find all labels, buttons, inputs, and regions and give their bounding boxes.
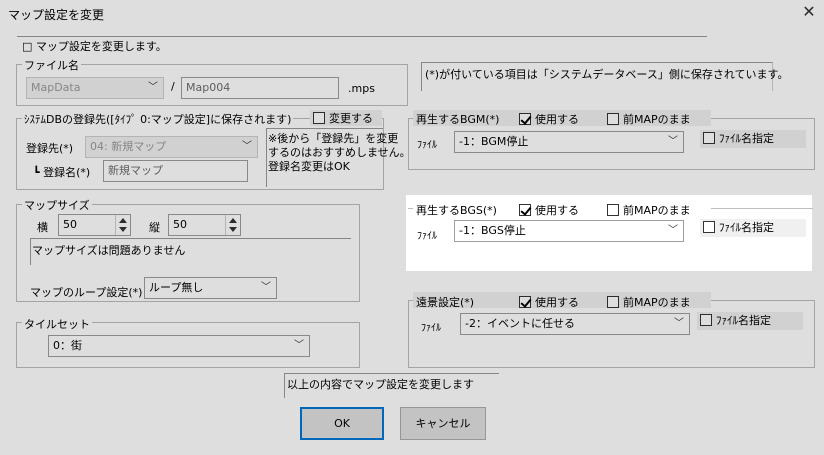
map-settings-dialog: マップ設定を変更 ✕ □ マップ設定を変更します。 ファイル名 MapData … bbox=[0, 0, 824, 455]
width-spinner[interactable]: 50 bbox=[58, 214, 131, 236]
folder-value: MapData bbox=[31, 81, 81, 94]
tileset-dropdown[interactable]: 0：街 ﹀ bbox=[48, 335, 310, 357]
distant-use-checkbox[interactable] bbox=[519, 296, 531, 308]
distant-keep-row[interactable]: 前MAPのまま bbox=[607, 294, 691, 310]
loop-dropdown[interactable]: ループ無し ﹀ bbox=[144, 277, 277, 299]
bgs-keep-label: 前MAPのまま bbox=[623, 204, 691, 217]
bgm-file-label: ﾌｧｲﾙ bbox=[417, 140, 437, 151]
bgm-use-label: 使用する bbox=[535, 113, 579, 126]
chevron-down-icon: ﹀ bbox=[261, 282, 271, 293]
distant-use-row[interactable]: 使用する bbox=[519, 294, 579, 310]
chevron-down-icon: ﹀ bbox=[668, 136, 678, 147]
bgs-specify-checkbox[interactable] bbox=[703, 221, 715, 233]
tileset-value: 0：街 bbox=[53, 339, 82, 352]
file-extension: .mps bbox=[348, 82, 375, 95]
distant-header: 遠景設定(*) bbox=[416, 296, 475, 309]
chevron-down-icon: ﹀ bbox=[668, 225, 678, 236]
path-separator: / bbox=[171, 80, 175, 93]
distant-specify-checkbox[interactable] bbox=[700, 314, 712, 326]
asterisk-note: (*)が付いている項目は「システムデータベース」側に保存されています。 bbox=[425, 68, 789, 81]
mapsize-header: マップサイズ bbox=[22, 197, 92, 213]
bgs-keep-checkbox[interactable] bbox=[607, 204, 619, 216]
window-title: マップ設定を変更 bbox=[8, 8, 105, 22]
filename-label: ファイル名 bbox=[22, 57, 81, 73]
bgm-keep-row[interactable]: 前MAPのまま bbox=[607, 111, 691, 127]
spin-down-icon[interactable] bbox=[119, 227, 127, 232]
bgs-specify-label: ﾌｧｲﾙ名指定 bbox=[719, 221, 774, 234]
bgm-file-dropdown[interactable]: -1：BGM停止 ﹀ bbox=[454, 131, 684, 153]
loop-value: ループ無し bbox=[149, 281, 204, 294]
distant-keep-label: 前MAPのまま bbox=[623, 296, 691, 309]
confirm-text: 以上の内容でマップ設定を変更します bbox=[287, 378, 474, 391]
register-name-field[interactable]: 新規マップ bbox=[103, 160, 248, 182]
bgm-specify-label: ﾌｧｲﾙ名指定 bbox=[719, 132, 774, 145]
width-value: 50 bbox=[63, 218, 77, 231]
height-spinner[interactable]: 50 bbox=[168, 214, 241, 236]
bgm-use-row[interactable]: 使用する bbox=[519, 111, 579, 127]
chevron-down-icon: ﹀ bbox=[148, 82, 158, 93]
bgs-use-checkbox[interactable] bbox=[519, 204, 531, 216]
map-filename-field[interactable]: Map004 bbox=[181, 77, 339, 99]
sysdb-note-line-3: 登録名変更はOK bbox=[268, 160, 350, 173]
distant-specify-label: ﾌｧｲﾙ名指定 bbox=[716, 314, 771, 327]
spin-up-icon[interactable] bbox=[119, 218, 127, 223]
change-checkbox-row[interactable]: 変更する bbox=[310, 110, 382, 126]
change-checkbox[interactable] bbox=[313, 112, 325, 124]
bgm-use-checkbox[interactable] bbox=[519, 113, 531, 125]
bgs-use-row[interactable]: 使用する bbox=[519, 202, 579, 218]
bgm-keep-label: 前MAPのまま bbox=[623, 113, 691, 126]
register-dest-value: 04: 新規マップ bbox=[90, 140, 167, 153]
bgs-file-dropdown[interactable]: -1：BGS停止 ﹀ bbox=[454, 220, 684, 242]
bgm-keep-checkbox[interactable] bbox=[607, 113, 619, 125]
distant-file-dropdown[interactable]: -2：イベントに任せる ﹀ bbox=[460, 313, 690, 335]
bgs-keep-row[interactable]: 前MAPのまま bbox=[607, 202, 691, 218]
close-icon[interactable]: ✕ bbox=[800, 3, 818, 21]
bgm-header: 再生するBGM(*) bbox=[416, 113, 500, 126]
distant-keep-checkbox[interactable] bbox=[607, 296, 619, 308]
width-label: 横 bbox=[37, 221, 48, 234]
loop-label: マップのループ設定(*) bbox=[30, 286, 143, 299]
chevron-down-icon: ﹀ bbox=[242, 141, 252, 152]
bgs-header: 再生するBGS(*) bbox=[416, 204, 497, 217]
bgm-specify-row[interactable]: ﾌｧｲﾙ名指定 bbox=[700, 130, 806, 148]
bgs-use-label: 使用する bbox=[535, 204, 579, 217]
intro-divider bbox=[17, 36, 707, 37]
height-label: 縦 bbox=[149, 221, 160, 234]
folder-dropdown[interactable]: MapData ﹀ bbox=[26, 77, 164, 99]
distant-file-label: ﾌｧｲﾙ bbox=[421, 323, 441, 334]
intro-text: □ マップ設定を変更します。 bbox=[22, 40, 167, 53]
chevron-down-icon: ﹀ bbox=[674, 318, 684, 329]
register-dest-dropdown[interactable]: 04: 新規マップ ﹀ bbox=[85, 136, 258, 158]
tileset-header: タイルセット bbox=[22, 316, 92, 332]
bgs-specify-row[interactable]: ﾌｧｲﾙ名指定 bbox=[700, 219, 806, 237]
ok-button[interactable]: OK bbox=[300, 407, 384, 440]
distant-use-label: 使用する bbox=[535, 296, 579, 309]
register-name-label: ┗ 登録名(*) bbox=[33, 166, 91, 179]
register-dest-label: 登録先(*) bbox=[26, 142, 74, 155]
bgs-file-value: -1：BGS停止 bbox=[459, 224, 526, 237]
bgm-specify-checkbox[interactable] bbox=[703, 132, 715, 144]
change-label: 変更する bbox=[329, 112, 373, 125]
distant-specify-row[interactable]: ﾌｧｲﾙ名指定 bbox=[697, 312, 803, 330]
spin-up-icon[interactable] bbox=[229, 218, 237, 223]
bgs-file-label: ﾌｧｲﾙ bbox=[417, 231, 437, 242]
height-value: 50 bbox=[173, 218, 187, 231]
spin-down-icon[interactable] bbox=[229, 227, 237, 232]
bgm-file-value: -1：BGM停止 bbox=[459, 135, 529, 148]
mapsize-status: マップサイズは問題ありません bbox=[32, 244, 186, 257]
sysdb-header: ｼｽﾃﾑDBの登録先([ﾀｲﾌﾟ 0:マップ設定]に保存されます) bbox=[22, 111, 294, 127]
chevron-down-icon: ﹀ bbox=[294, 340, 304, 351]
distant-file-value: -2：イベントに任せる bbox=[465, 317, 575, 330]
cancel-button[interactable]: キャンセル bbox=[400, 407, 486, 440]
